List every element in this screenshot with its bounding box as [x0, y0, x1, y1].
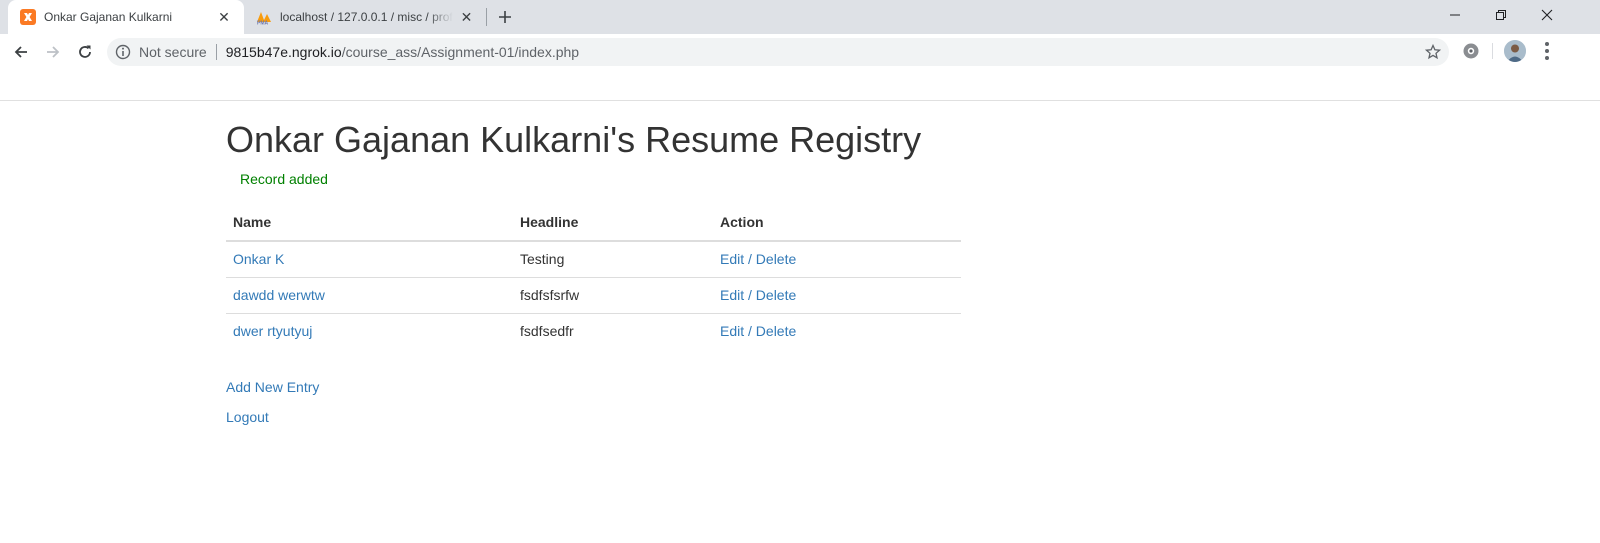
table-row: Onkar K Testing Edit / Delete	[226, 241, 961, 277]
delete-link[interactable]: Delete	[756, 251, 796, 267]
new-tab-button[interactable]	[494, 6, 516, 28]
profile-name-link[interactable]: dawdd werwtw	[233, 287, 325, 303]
tab-separator	[486, 8, 487, 26]
profile-name-link[interactable]: dwer rtyutyuj	[233, 323, 312, 339]
action-cell: Edit / Delete	[713, 312, 961, 349]
security-label[interactable]: Not secure	[139, 44, 207, 60]
toolbar-separator	[1492, 43, 1493, 59]
reload-button[interactable]	[71, 38, 99, 66]
plus-icon	[499, 11, 511, 23]
page-content: Onkar Gajanan Kulkarni's Resume Registry…	[226, 118, 966, 437]
restore-icon	[1496, 10, 1506, 20]
table-row: dwer rtyutyuj fsdfsedfr Edit / Delete	[226, 312, 961, 349]
tab-inactive[interactable]: PMA localhost / 127.0.0.1 / misc / profi…	[244, 0, 486, 34]
table-row: dawdd werwtw fsdfsfsrfw Edit / Delete	[226, 276, 961, 313]
edit-link[interactable]: Edit	[720, 251, 744, 267]
svg-text:PMA: PMA	[257, 21, 269, 26]
minimize-icon	[1450, 14, 1460, 16]
url-host: 9815b47e.ngrok.io	[225, 44, 342, 60]
minimize-button[interactable]	[1432, 0, 1478, 30]
headline-cell: fsdfsfsrfw	[513, 276, 713, 313]
forward-button[interactable]	[39, 38, 67, 66]
close-icon	[1541, 9, 1553, 21]
action-separator: /	[748, 287, 752, 303]
phpmyadmin-icon: PMA	[257, 12, 271, 26]
bookmark-star-icon[interactable]	[1425, 44, 1441, 60]
headline-cell: fsdfsedfr	[513, 312, 713, 349]
edit-link[interactable]: Edit	[720, 287, 744, 303]
header-headline: Headline	[513, 203, 713, 242]
delete-link[interactable]: Delete	[756, 323, 796, 339]
header-action: Action	[713, 203, 961, 242]
page-title: Onkar Gajanan Kulkarni's Resume Registry	[226, 119, 922, 160]
close-window-button[interactable]	[1524, 0, 1570, 30]
edit-link[interactable]: Edit	[720, 323, 744, 339]
arrow-right-icon	[47, 46, 60, 58]
action-cell: Edit / Delete	[713, 276, 961, 313]
close-tab-icon[interactable]: ✕	[216, 9, 232, 25]
url-path: /course_ass/Assignment-01/index.php	[341, 44, 580, 60]
omnibox-divider	[215, 44, 217, 60]
add-new-entry-link[interactable]: Add New Entry	[226, 379, 319, 395]
xampp-icon	[20, 9, 36, 25]
header-name: Name	[226, 203, 513, 242]
tab-strip: Onkar Gajanan Kulkarni ✕ PMA localhost /…	[0, 0, 1600, 34]
restore-button[interactable]	[1478, 0, 1524, 30]
menu-dot	[1545, 56, 1549, 60]
headline-cell: Testing	[520, 251, 565, 268]
close-tab-icon[interactable]: ✕	[459, 9, 474, 25]
browser-toolbar: Not secure 9815b47e.ngrok.io/course_ass/…	[0, 34, 1600, 69]
flash-message: Record added	[240, 171, 328, 187]
table-header-row: Name Headline Action	[226, 203, 961, 242]
profile-avatar[interactable]	[1504, 40, 1526, 62]
resume-table: Name Headline Action Onkar K Testing Edi…	[226, 203, 961, 349]
info-icon[interactable]	[115, 44, 131, 60]
address-bar[interactable]: Not secure 9815b47e.ngrok.io/course_ass/…	[107, 38, 1449, 66]
arrow-left-icon	[14, 46, 27, 58]
profile-name-link[interactable]: Onkar K	[233, 251, 284, 267]
reload-icon	[79, 45, 91, 58]
avatar-icon	[1504, 40, 1526, 62]
delete-link[interactable]: Delete	[756, 287, 796, 303]
back-button[interactable]	[7, 38, 35, 66]
action-separator: /	[748, 251, 752, 268]
tab-active[interactable]: Onkar Gajanan Kulkarni ✕	[8, 0, 244, 34]
tab-title: localhost / 127.0.0.1 / misc / profile	[280, 10, 454, 24]
browser-menu-button[interactable]	[1539, 41, 1555, 61]
tab-title: Onkar Gajanan Kulkarni	[44, 10, 173, 24]
extension-icon[interactable]	[1462, 42, 1480, 60]
page-actions: Add New Entry Logout	[226, 377, 966, 437]
menu-dot	[1545, 42, 1549, 46]
action-cell: Edit / Delete	[713, 241, 961, 277]
action-separator: /	[748, 323, 752, 340]
logout-link[interactable]: Logout	[226, 409, 269, 425]
page-top-border	[0, 100, 1600, 101]
menu-dot	[1545, 49, 1549, 53]
